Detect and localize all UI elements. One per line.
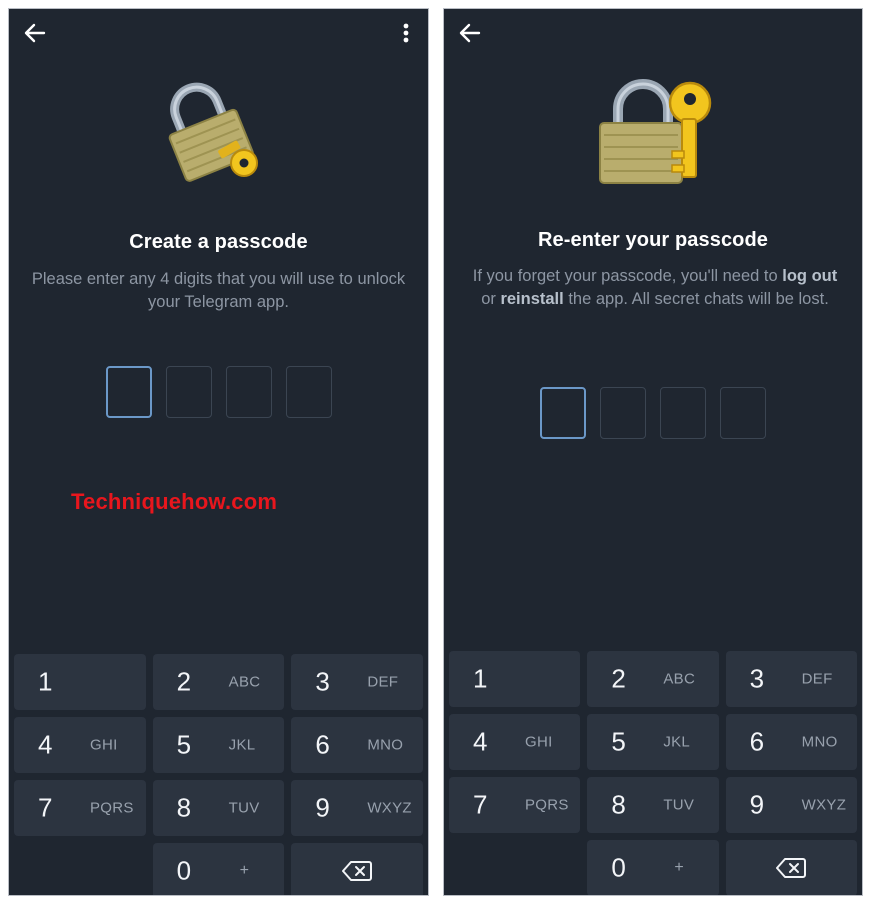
- key-6[interactable]: 6 MNO: [291, 717, 423, 773]
- key-letters: TUV: [228, 799, 260, 817]
- passcode-slot-1[interactable]: [540, 387, 586, 439]
- top-bar: [444, 9, 862, 57]
- key-digit: 5: [176, 729, 192, 760]
- key-digit: 0: [611, 852, 626, 883]
- more-vertical-icon: [403, 23, 409, 43]
- key-letters: PQRS: [90, 799, 134, 817]
- page-title: Create a passcode: [129, 231, 308, 253]
- key-letters: DEF: [801, 670, 833, 688]
- key-letters: JKL: [663, 733, 691, 751]
- passcode-slot-3[interactable]: [660, 387, 706, 439]
- description-text: or: [481, 290, 501, 308]
- key-9[interactable]: 9 WXYZ: [725, 777, 857, 833]
- backspace-icon: [776, 858, 807, 878]
- key-5[interactable]: 5 JKL: [587, 714, 719, 770]
- backspace-key[interactable]: [725, 840, 857, 895]
- key-8[interactable]: 8 TUV: [152, 780, 285, 836]
- page-description: Please enter any 4 digits that you will …: [31, 270, 406, 311]
- key-letters: ABC: [663, 670, 696, 688]
- key-2[interactable]: 2 ABC: [587, 651, 719, 707]
- passcode-input[interactable]: [9, 366, 428, 418]
- numeric-keypad: 1 2 ABC 3 DEF 4 GHI 5 JKL 6 MNO 7 PQRS 8 TUV 9 W…: [14, 654, 423, 895]
- numeric-keypad: 1 2 ABC 3 DEF 4 GHI 5 JKL 6 MNO 7 PQRS 8 TUV 9 W…: [449, 651, 857, 895]
- key-digit: 9: [749, 789, 765, 820]
- key-digit: 4: [473, 726, 488, 757]
- key-digit: 4: [38, 729, 53, 760]
- key-letters: DEF: [367, 673, 399, 691]
- key-digit: 5: [611, 726, 626, 757]
- passcode-slot-3[interactable]: [225, 366, 272, 418]
- page-description: If you forget your passcode, you'll need…: [468, 265, 842, 311]
- key-9[interactable]: 9 WXYZ: [291, 780, 423, 836]
- arrow-left-icon: [24, 23, 46, 43]
- passcode-input[interactable]: [444, 387, 862, 439]
- key-digit: 8: [611, 789, 626, 820]
- passcode-slot-1[interactable]: [105, 366, 152, 418]
- key-letters: MNO: [801, 733, 838, 751]
- watermark: Techniquehow.com: [71, 489, 278, 514]
- key-digit: 1: [473, 663, 488, 694]
- description-bold-logout: log out: [782, 267, 838, 285]
- passcode-slot-2[interactable]: [165, 366, 212, 418]
- backspace-key[interactable]: [291, 843, 423, 895]
- key-letters: JKL: [228, 736, 256, 754]
- key-5[interactable]: 5 JKL: [152, 717, 285, 773]
- key-digit: 1: [38, 666, 53, 697]
- padlock-icon: [599, 79, 712, 184]
- key-letters: PQRS: [525, 796, 569, 814]
- key-digit: 6: [315, 729, 330, 760]
- create-passcode-screen: Create a passcode Please enter any 4 dig…: [8, 8, 429, 896]
- key-digit: 2: [176, 666, 192, 697]
- back-button[interactable]: [19, 17, 51, 49]
- more-options-button[interactable]: [396, 17, 416, 49]
- description-bold-reinstall: reinstall: [500, 290, 564, 308]
- key-letters: +: [239, 862, 250, 879]
- key-letters: TUV: [663, 796, 695, 814]
- key-1[interactable]: 1: [449, 651, 581, 707]
- key-1[interactable]: 1: [14, 654, 146, 710]
- key-2[interactable]: 2 ABC: [152, 654, 285, 710]
- key-digit: 0: [176, 855, 192, 886]
- key-digit: 7: [473, 789, 488, 820]
- key-letters: ABC: [228, 673, 261, 691]
- key-3[interactable]: 3 DEF: [725, 651, 857, 707]
- padlock-icon: [168, 82, 258, 182]
- key-0[interactable]: 0 +: [152, 843, 285, 895]
- key-3[interactable]: 3 DEF: [291, 654, 423, 710]
- key-letters: MNO: [367, 736, 404, 754]
- page-title: Re-enter your passcode: [537, 229, 769, 251]
- key-digit: 3: [315, 666, 330, 697]
- description-text: If you forget your passcode, you'll need…: [472, 267, 783, 285]
- passcode-slot-4[interactable]: [285, 366, 332, 418]
- key-7[interactable]: 7 PQRS: [14, 780, 146, 836]
- description-text: the app. All secret chats will be lost.: [563, 290, 829, 308]
- key-digit: 7: [38, 792, 53, 823]
- key-0[interactable]: 0 +: [587, 840, 719, 895]
- back-button[interactable]: [454, 17, 486, 49]
- reenter-passcode-screen: Re-enter your passcode If you forget you…: [443, 8, 863, 896]
- key-digit: 6: [749, 726, 765, 757]
- key-letters: WXYZ: [367, 799, 412, 817]
- arrow-left-icon: [459, 23, 481, 43]
- top-bar: [9, 9, 428, 57]
- key-digit: 9: [315, 792, 330, 823]
- key-letters: GHI: [525, 733, 553, 751]
- passcode-slot-4[interactable]: [720, 387, 766, 439]
- key-digit: 2: [611, 663, 626, 694]
- backspace-icon: [342, 861, 373, 881]
- key-empty: [14, 843, 146, 895]
- key-digit: 8: [176, 792, 192, 823]
- passcode-slot-2[interactable]: [600, 387, 646, 439]
- key-letters: GHI: [90, 736, 118, 754]
- key-letters: WXYZ: [801, 796, 847, 814]
- key-7[interactable]: 7 PQRS: [449, 777, 581, 833]
- key-letters: +: [674, 859, 684, 876]
- key-6[interactable]: 6 MNO: [725, 714, 857, 770]
- key-4[interactable]: 4 GHI: [449, 714, 581, 770]
- key-empty: [449, 840, 580, 895]
- key-4[interactable]: 4 GHI: [14, 717, 146, 773]
- key-digit: 3: [749, 663, 765, 694]
- key-8[interactable]: 8 TUV: [587, 777, 719, 833]
